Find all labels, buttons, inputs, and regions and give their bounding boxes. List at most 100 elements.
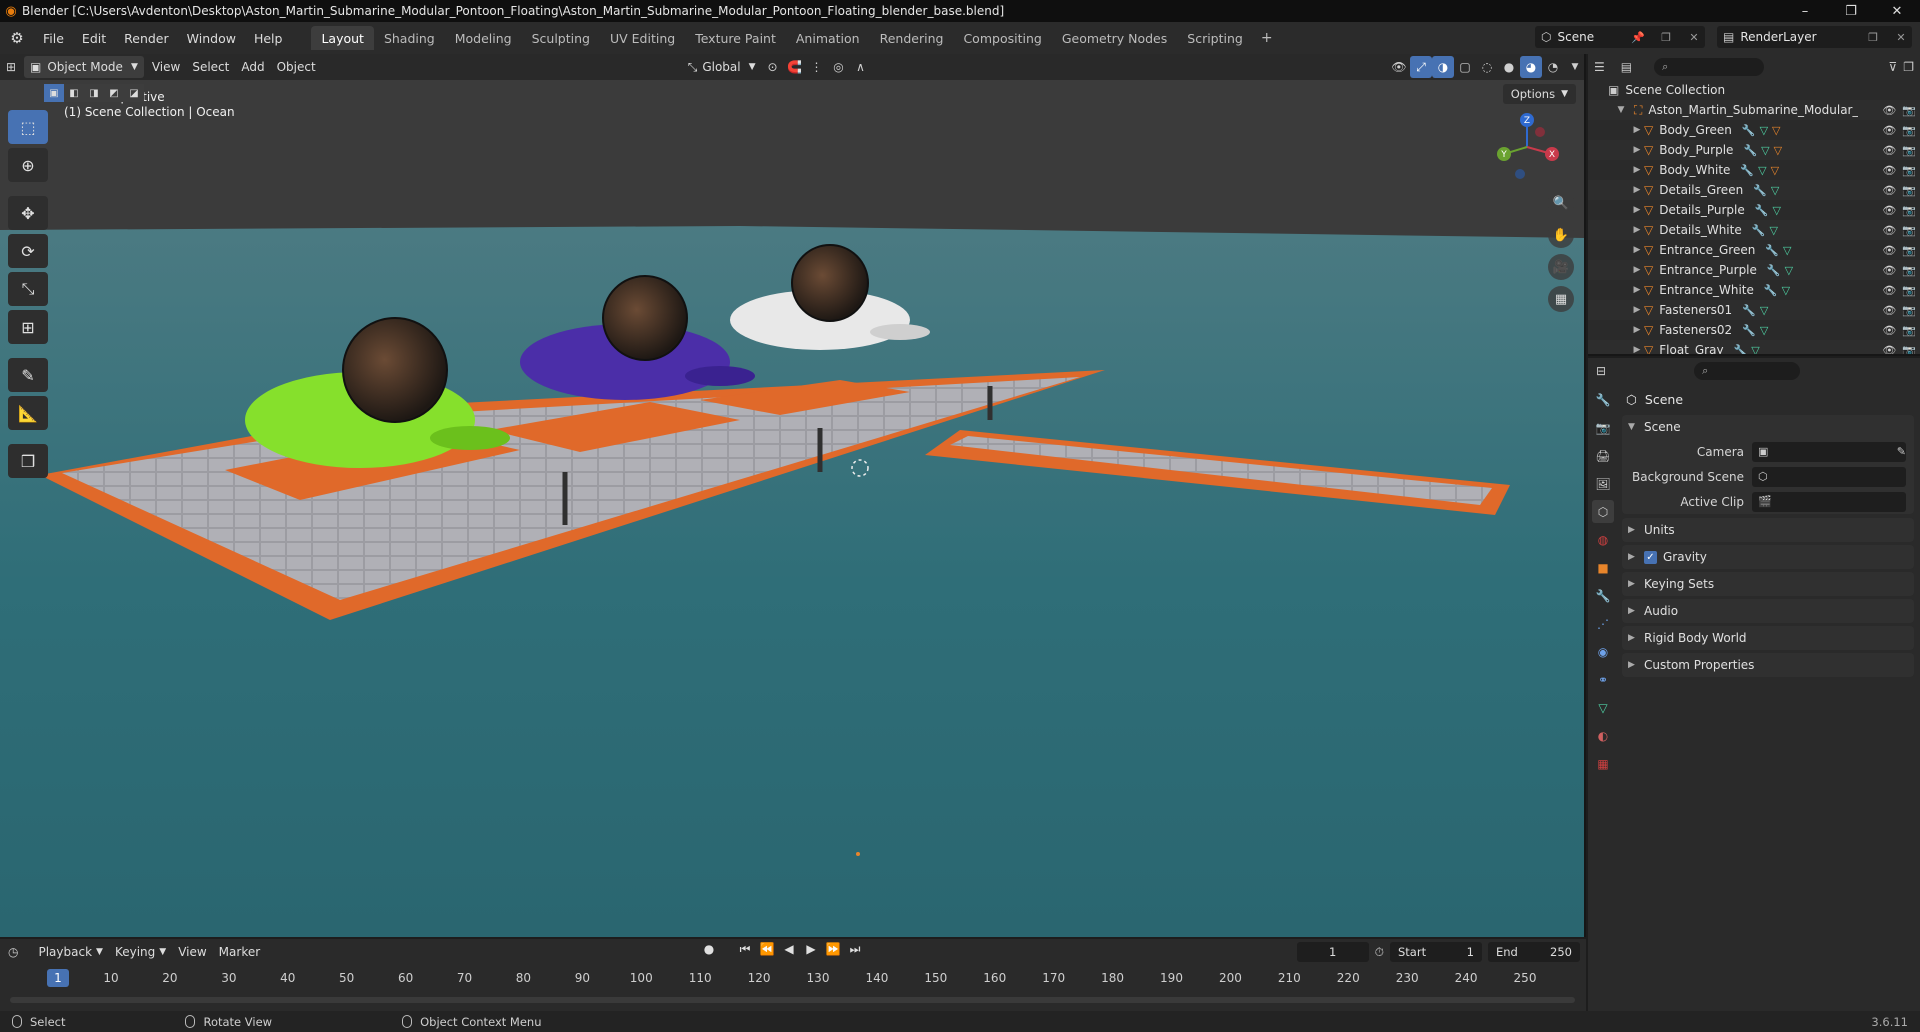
camera-icon[interactable]: 📷 [1902,104,1916,117]
modifier-wrench-icon[interactable]: 🔧 [1742,124,1756,137]
expand-arrow-icon[interactable]: ▶ [1630,225,1644,235]
visibility-toggles[interactable]: 👁 📷 [1882,104,1916,117]
material-tab-icon[interactable]: ◐ [1592,724,1614,747]
eye-icon[interactable]: 👁 [1882,244,1896,257]
modifier-wrench-icon[interactable]: 🔧 [1752,224,1766,237]
end-frame-field[interactable]: End 250 [1488,942,1580,962]
menu-edit[interactable]: Edit [73,26,115,50]
visibility-toggles[interactable]: 👁 📷 [1882,284,1916,297]
visibility-toggles[interactable]: 👁 📷 [1882,324,1916,337]
scene-tab-icon[interactable]: ⬡ [1592,500,1614,523]
solid-shading-icon[interactable]: ● [1498,56,1520,78]
tab-modeling[interactable]: Modeling [445,26,522,50]
eye-icon[interactable]: 👁 [1882,204,1896,217]
mesh-data-icon[interactable]: ▽ [1761,144,1769,157]
select-new-icon[interactable]: ▣ [44,84,64,102]
modifier-tab-icon[interactable]: 🔧 [1592,584,1614,607]
add-workspace-button[interactable]: + [1253,26,1281,50]
timeline-menu-view[interactable]: View [172,941,212,963]
material-preview-icon[interactable]: ◕ [1520,56,1542,78]
mesh-data-icon[interactable]: ▽ [1785,264,1793,277]
texture-tab-icon[interactable]: ▦ [1592,752,1614,775]
tab-scripting[interactable]: Scripting [1177,26,1253,50]
expand-arrow-icon[interactable]: ▶ [1630,125,1644,135]
viewport-menu-add[interactable]: Add [235,56,270,78]
visibility-toggles[interactable]: 👁 📷 [1882,224,1916,237]
mesh-data-icon[interactable]: ▽ [1772,204,1780,217]
snap-icon[interactable]: 🧲 [784,56,806,78]
overlay-toggle-icon[interactable]: ◑ [1432,56,1454,78]
jump-end-icon[interactable]: ⏭ [846,942,864,957]
eye-icon[interactable]: 👁 [1882,184,1896,197]
mesh-data-icon[interactable]: ▽ [1783,244,1791,257]
outliner-object-row[interactable]: ▶ ▽ Body_Green 🔧 ▽ ▽ 👁 📷 [1588,120,1920,140]
material-icon[interactable]: ▽ [1774,144,1782,157]
start-frame-field[interactable]: Start 1 [1390,942,1482,962]
eye-icon[interactable]: 👁 [1882,224,1896,237]
ortho-grid-icon[interactable]: ▦ [1548,286,1574,312]
mesh-data-icon[interactable]: ▽ [1758,164,1766,177]
select-extend-icon[interactable]: ◧ [64,84,84,102]
select-box-tool-icon[interactable]: ⬚ [8,110,48,144]
wireframe-shading-icon[interactable]: ◌ [1476,56,1498,78]
mesh-data-icon[interactable]: ▽ [1751,344,1759,355]
modifier-wrench-icon[interactable]: 🔧 [1755,204,1769,217]
mode-selector[interactable]: ▣ Object Mode ▼ [24,56,144,78]
menu-file[interactable]: File [34,26,73,50]
tab-compositing[interactable]: Compositing [953,26,1051,50]
delete-scene-icon[interactable]: ✕ [1683,31,1705,44]
eye-icon[interactable]: 👁 [1882,104,1896,117]
camera-icon[interactable]: 📷 [1902,304,1916,317]
add-cube-tool-icon[interactable]: ❒ [8,444,48,478]
rotate-tool-icon[interactable]: ⟳ [8,234,48,268]
eyedropper-icon[interactable]: ✎ [1897,445,1906,458]
camera-icon[interactable]: 📷 [1902,324,1916,337]
scale-tool-icon[interactable]: ⤡ [8,272,48,306]
delete-layer-icon[interactable]: ✕ [1890,31,1912,44]
measure-tool-icon[interactable]: 📐 [8,396,48,430]
constraints-tab-icon[interactable]: ⚭ [1592,668,1614,691]
rendered-shading-icon[interactable]: ◔ [1542,56,1564,78]
scene-panel-header[interactable]: ▼ Scene [1622,415,1914,439]
outliner-search-input[interactable]: ⌕ [1654,58,1765,76]
jump-start-icon[interactable]: ⏮ [736,942,754,957]
navigation-gizmo[interactable]: Z X Y [1492,112,1562,182]
tool-tab-icon[interactable]: 🔧 [1592,388,1614,411]
timeline-editor-icon[interactable]: ◷ [8,945,18,959]
outliner-editor-icon[interactable]: ☰ [1594,60,1605,74]
display-mode-icon[interactable]: ▤ [1621,60,1632,74]
eye-icon[interactable]: 👁 [1882,284,1896,297]
tab-sculpting[interactable]: Sculpting [522,26,600,50]
eye-icon[interactable]: 👁 [1882,344,1896,355]
tab-rendering[interactable]: Rendering [870,26,954,50]
visibility-toggles[interactable]: 👁 📷 [1882,184,1916,197]
visibility-toggles[interactable]: 👁 📷 [1882,204,1916,217]
visibility-toggles[interactable]: 👁 📷 [1882,144,1916,157]
outliner-object-row[interactable]: ▶ ▽ Details_Purple 🔧 ▽ 👁 📷 [1588,200,1920,220]
timeline-ruler[interactable]: 1 10 20 30 40 50 60 70 80 90 100 110 120 130 140 150 16… [0,967,1586,1007]
camera-icon[interactable]: 📷 [1902,164,1916,177]
visibility-icon[interactable]: 👁 [1388,56,1410,78]
viewport-menu-select[interactable]: Select [186,56,235,78]
timeline-menu-keying[interactable]: Keying ▼ [109,941,172,963]
properties-search-input[interactable]: ⌕ [1694,362,1801,380]
expand-arrow-icon[interactable]: ▶ [1630,185,1644,195]
data-tab-icon[interactable]: ▽ [1592,696,1614,719]
pan-hand-icon[interactable]: ✋ [1548,222,1574,248]
expand-arrow-icon[interactable]: ▶ [1630,285,1644,295]
expand-arrow-icon[interactable]: ▶ [1630,205,1644,215]
menu-render[interactable]: Render [115,26,178,50]
current-frame-field[interactable]: 1 [1296,942,1369,962]
pin-icon[interactable]: 📌 [1627,31,1649,44]
scene-collection-row[interactable]: ▣ Scene Collection [1588,80,1920,100]
viewport-menu-object[interactable]: Object [271,56,322,78]
modifier-wrench-icon[interactable]: 🔧 [1764,284,1778,297]
timeline-scrollbar[interactable] [10,997,1575,1003]
prev-keyframe-icon[interactable]: ⏪ [758,942,776,957]
timeline-menu-playback[interactable]: Playback ▼ [32,941,108,963]
timeline-menu-marker[interactable]: Marker [213,941,266,963]
outliner-object-row[interactable]: ▶ ▽ Entrance_Green 🔧 ▽ 👁 📷 [1588,240,1920,260]
maximize-button[interactable]: ❐ [1828,0,1874,22]
play-icon[interactable]: ▶ [802,942,820,957]
tab-uv-editing[interactable]: UV Editing [600,26,685,50]
